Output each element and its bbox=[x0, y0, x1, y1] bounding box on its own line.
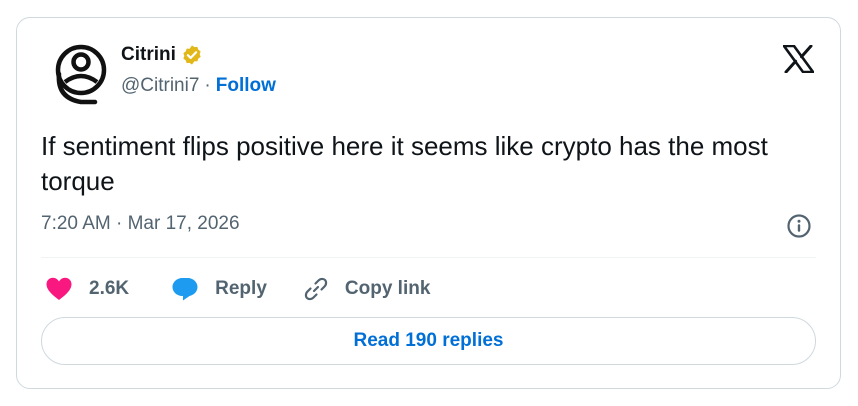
tweet-embed-card: Citrini @Citrini7 · Follow If sentiment … bbox=[16, 17, 841, 389]
reply-label: Reply bbox=[215, 278, 267, 299]
author-block: Citrini @Citrini7 · Follow bbox=[121, 43, 276, 97]
timestamp-separator: · bbox=[116, 213, 123, 234]
verified-badge-icon bbox=[183, 45, 201, 65]
info-icon[interactable] bbox=[786, 213, 812, 239]
tweet-date: Mar 17, 2026 bbox=[127, 213, 240, 234]
reply-bubble-icon bbox=[172, 278, 198, 301]
tweet-text: If sentiment flips positive here it seem… bbox=[41, 131, 768, 196]
copy-link-label: Copy link bbox=[344, 278, 431, 299]
handle-separator: · bbox=[204, 75, 211, 96]
author-handle[interactable]: @Citrini7 bbox=[121, 75, 199, 97]
like-button[interactable]: 2.6K bbox=[45, 276, 129, 302]
divider bbox=[41, 257, 816, 258]
read-replies-button[interactable]: Read 190 replies bbox=[41, 317, 816, 365]
like-count: 2.6K bbox=[89, 278, 130, 299]
avatar[interactable] bbox=[51, 40, 111, 110]
link-icon bbox=[304, 277, 328, 301]
follow-link[interactable]: Follow bbox=[216, 75, 276, 97]
x-logo-icon[interactable] bbox=[783, 45, 814, 73]
action-bar: 2.6K Reply Copy link bbox=[45, 274, 430, 304]
tweet-time: 7:20 AM bbox=[41, 213, 111, 234]
author-name[interactable]: Citrini bbox=[121, 44, 176, 66]
heart-icon bbox=[46, 277, 72, 300]
tweet-timestamp[interactable]: 7:20 AM · Mar 17, 2026 bbox=[41, 213, 240, 235]
reply-button[interactable]: Reply bbox=[171, 276, 267, 302]
copy-link-button[interactable]: Copy link bbox=[303, 276, 431, 302]
